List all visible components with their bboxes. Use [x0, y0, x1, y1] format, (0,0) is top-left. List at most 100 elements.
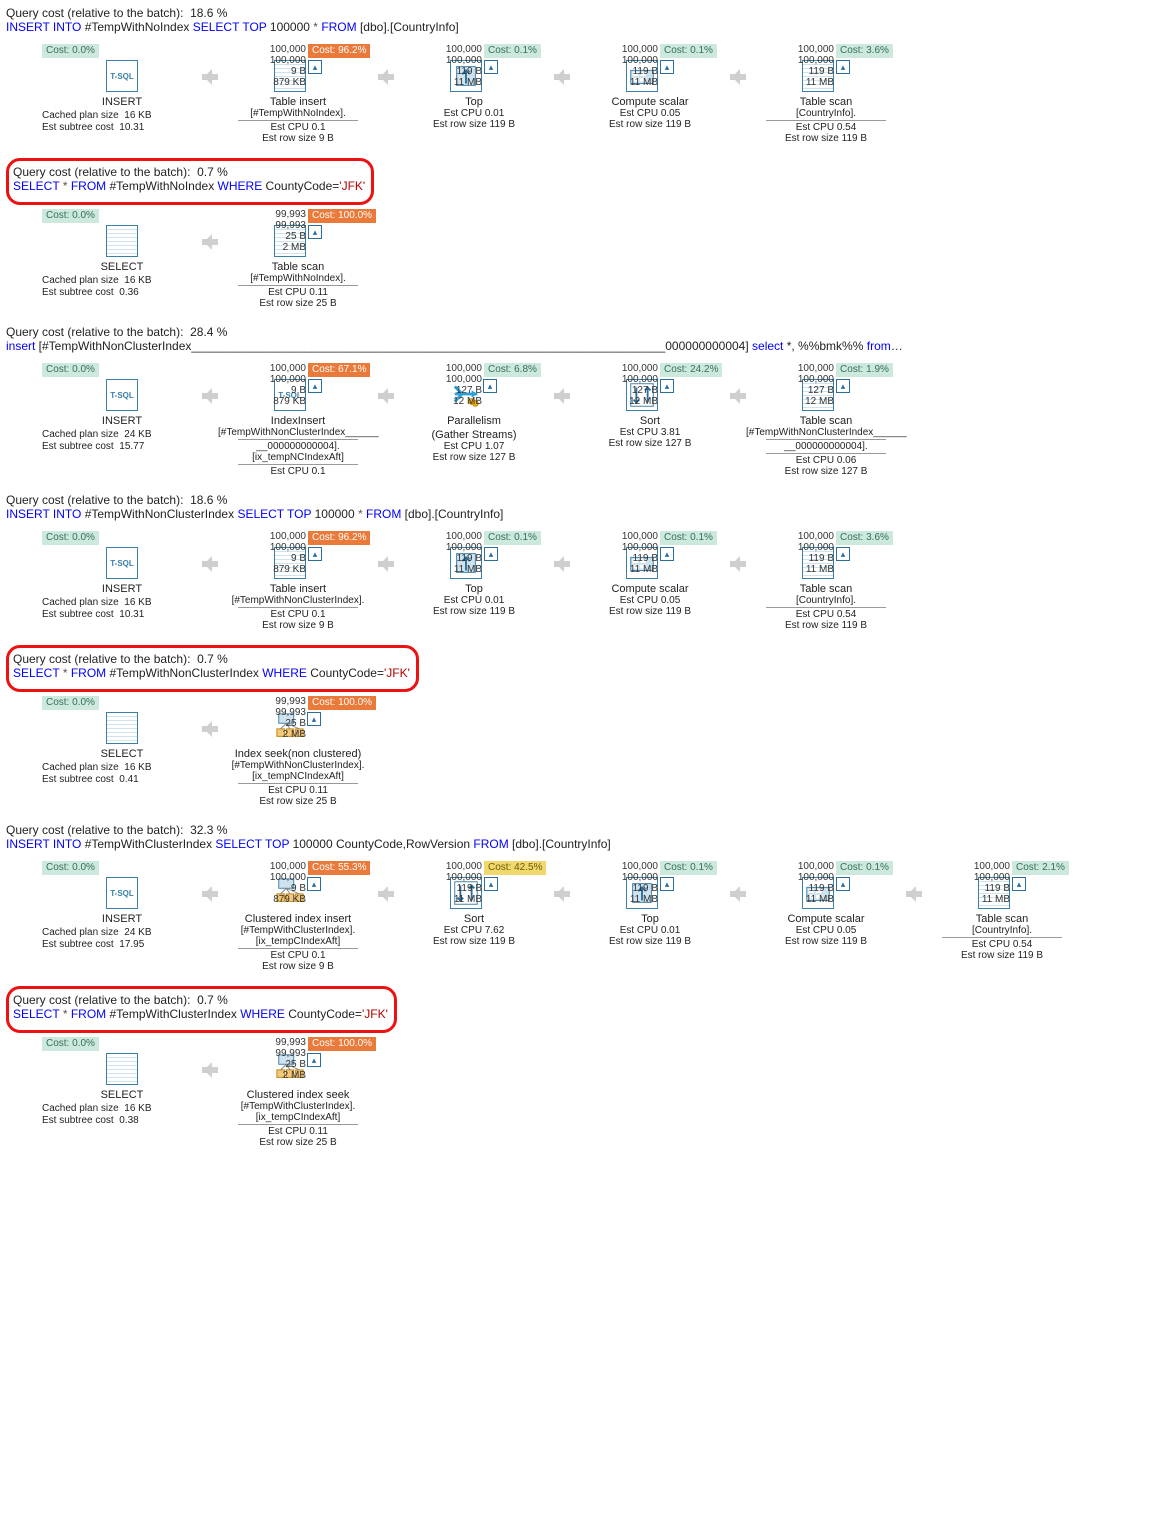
cost-badge: Cost: 100.0%: [308, 209, 376, 223]
plan-node[interactable]: 100,000100,000119 B11 MBCost: 0.1% ▴ Top…: [570, 861, 730, 947]
highlighted-query: Query cost (relative to the batch): 0.7 …: [6, 645, 419, 692]
plan-node[interactable]: 100,000100,000119 B11 MBCost: 2.1% ▴ Tab…: [922, 861, 1082, 961]
arrow-stats: 99,99399,99325 B2 MB: [230, 696, 306, 740]
collapse-toggle[interactable]: ▴: [660, 547, 674, 561]
plan-node[interactable]: 100,000100,000119 B11 MBCost: 42.5% ▴ So…: [394, 861, 554, 947]
node-label: Top: [394, 96, 554, 108]
cost-badge: Cost: 0.0%: [42, 44, 99, 58]
flow-arrow: [378, 379, 394, 413]
cost-badge: Cost: 0.1%: [660, 861, 717, 875]
collapse-toggle[interactable]: ▴: [484, 547, 498, 561]
plan-node[interactable]: Cost: 0.0% T-SQL INSERT Cached plan size…: [42, 363, 202, 453]
cost-badge: Cost: 0.1%: [836, 861, 893, 875]
collapse-toggle[interactable]: ▴: [308, 547, 322, 561]
plan-node[interactable]: 100,000100,000119 B11 MBCost: 3.6% ▴ Tab…: [746, 531, 906, 631]
node-label: Compute scalar: [746, 913, 906, 925]
execution-plan-row: Cost: 0.0% T-SQL INSERT Cached plan size…: [6, 359, 1154, 491]
node-label: INSERT: [42, 96, 202, 108]
collapse-toggle[interactable]: ▴: [308, 225, 322, 239]
collapse-toggle[interactable]: ▴: [483, 379, 497, 393]
collapse-toggle[interactable]: ▴: [308, 60, 322, 74]
plan-node[interactable]: 100,000100,000119 B11 MBCost: 0.1% ▴ Top…: [394, 531, 554, 617]
execution-plan-row: Cost: 0.0% T-SQL INSERT Cached plan size…: [6, 40, 1154, 158]
node-label: Sort: [394, 913, 554, 925]
collapse-toggle[interactable]: ▴: [307, 712, 321, 726]
tsql-icon: T-SQL: [106, 547, 138, 579]
arrow-stats: 100,000100,0009 B879 KB: [230, 363, 306, 407]
query-cost-header: Query cost (relative to the batch): 18.6…: [6, 6, 1154, 20]
plan-node[interactable]: 100,000100,000127 B12 MBCost: 6.8% ▴ Par…: [394, 363, 554, 463]
flow-arrow: [906, 877, 922, 911]
collapse-toggle[interactable]: ▴: [660, 877, 674, 891]
plan-node[interactable]: Cost: 0.0% SELECT Cached plan size 16 KB…: [42, 1037, 202, 1127]
plan-node[interactable]: 100,000100,0009 B879 KBCost: 55.3% ▴ Clu…: [218, 861, 378, 972]
plan-node[interactable]: 100,000100,0009 B879 KBCost: 67.1% T-SQL…: [218, 363, 378, 477]
root-metrics: Cached plan size 16 KBEst subtree cost 1…: [42, 110, 202, 134]
node-label: Parallelism: [394, 415, 554, 427]
plan-node[interactable]: 100,000100,0009 B879 KBCost: 96.2% ▴ Tab…: [218, 44, 378, 144]
query-cost-header: Query cost (relative to the batch): 18.6…: [6, 493, 1154, 507]
flow-arrow: [202, 225, 218, 259]
query-sql: SELECT * FROM #TempWithClusterIndex WHER…: [13, 1007, 388, 1021]
collapse-toggle[interactable]: ▴: [308, 379, 322, 393]
flow-arrow: [554, 877, 570, 911]
cost-badge: Cost: 3.6%: [836, 44, 893, 58]
plan-node[interactable]: 100,000100,000119 B11 MBCost: 0.1% ▴ Top…: [394, 44, 554, 130]
arrow-stats: 100,000100,000119 B11 MB: [406, 861, 482, 905]
plan-node[interactable]: 100,000100,0009 B879 KBCost: 96.2% ▴ Tab…: [218, 531, 378, 631]
collapse-toggle[interactable]: ▴: [307, 877, 321, 891]
collapse-toggle[interactable]: ▴: [484, 877, 498, 891]
collapse-toggle[interactable]: ▴: [1012, 877, 1026, 891]
cost-badge: Cost: 6.8%: [484, 363, 541, 377]
flow-arrow: [554, 547, 570, 581]
query-sql: SELECT * FROM #TempWithNoIndex WHERE Cou…: [13, 179, 365, 193]
plan-node[interactable]: Cost: 0.0% SELECT Cached plan size 16 KB…: [42, 696, 202, 786]
cost-badge: Cost: 0.1%: [484, 531, 541, 545]
collapse-toggle[interactable]: ▴: [307, 1053, 321, 1067]
cost-badge: Cost: 0.0%: [42, 861, 99, 875]
collapse-toggle[interactable]: ▴: [484, 60, 498, 74]
flow-arrow: [202, 547, 218, 581]
collapse-toggle[interactable]: ▴: [836, 547, 850, 561]
plan-node[interactable]: 100,000100,000119 B11 MBCost: 0.1% ▴ Com…: [746, 861, 906, 947]
collapse-toggle[interactable]: ▴: [836, 379, 850, 393]
node-label: Index seek(non clustered): [218, 748, 378, 760]
node-label: INSERT: [42, 583, 202, 595]
plan-node[interactable]: 100,000100,000127 B12 MBCost: 24.2% ▴ So…: [570, 363, 730, 449]
plan-node[interactable]: 100,000100,000119 B11 MBCost: 0.1% ▴ Com…: [570, 44, 730, 130]
plan-node[interactable]: 99,99399,99325 B2 MBCost: 100.0% ▴ Clust…: [218, 1037, 378, 1148]
cost-badge: Cost: 100.0%: [308, 696, 376, 710]
flow-arrow: [378, 60, 394, 94]
plan-node[interactable]: Cost: 0.0% T-SQL INSERT Cached plan size…: [42, 531, 202, 621]
plan-node[interactable]: 100,000100,000119 B11 MBCost: 0.1% ▴ Com…: [570, 531, 730, 617]
flow-arrow: [202, 60, 218, 94]
flow-arrow: [554, 60, 570, 94]
select-icon: [106, 1053, 138, 1085]
collapse-toggle[interactable]: ▴: [836, 60, 850, 74]
collapse-toggle[interactable]: ▴: [660, 379, 674, 393]
collapse-toggle[interactable]: ▴: [836, 877, 850, 891]
root-metrics: Cached plan size 24 KBEst subtree cost 1…: [42, 429, 202, 453]
node-label: Top: [570, 913, 730, 925]
plan-node[interactable]: Cost: 0.0% T-SQL INSERT Cached plan size…: [42, 861, 202, 951]
plan-node[interactable]: 100,000100,000127 B12 MBCost: 1.9% ▴ Tab…: [746, 363, 906, 477]
execution-plan-row: Cost: 0.0% T-SQL INSERT Cached plan size…: [6, 527, 1154, 645]
flow-arrow: [202, 712, 218, 746]
flow-arrow: [378, 547, 394, 581]
plan-node[interactable]: 99,99399,99325 B2 MBCost: 100.0% ▴ Table…: [218, 209, 378, 309]
query-sql: insert [#TempWithNonClusterIndex________…: [6, 339, 1154, 353]
collapse-toggle[interactable]: ▴: [660, 60, 674, 74]
plan-node[interactable]: Cost: 0.0% SELECT Cached plan size 16 KB…: [42, 209, 202, 299]
flow-arrow: [202, 379, 218, 413]
cost-badge: Cost: 55.3%: [308, 861, 370, 875]
plan-node[interactable]: 99,99399,99325 B2 MBCost: 100.0% ▴ Index…: [218, 696, 378, 807]
select-icon: [106, 712, 138, 744]
node-label: INSERT: [42, 415, 202, 427]
query-cost-header: Query cost (relative to the batch): 0.7 …: [13, 993, 388, 1007]
plan-node[interactable]: 100,000100,000119 B11 MBCost: 3.6% ▴ Tab…: [746, 44, 906, 144]
plan-node[interactable]: Cost: 0.0% T-SQL INSERT Cached plan size…: [42, 44, 202, 134]
arrow-stats: 100,000100,000119 B11 MB: [934, 861, 1010, 905]
cost-badge: Cost: 42.5%: [484, 861, 546, 875]
node-label: Table scan: [746, 96, 906, 108]
cost-badge: Cost: 0.0%: [42, 696, 99, 710]
